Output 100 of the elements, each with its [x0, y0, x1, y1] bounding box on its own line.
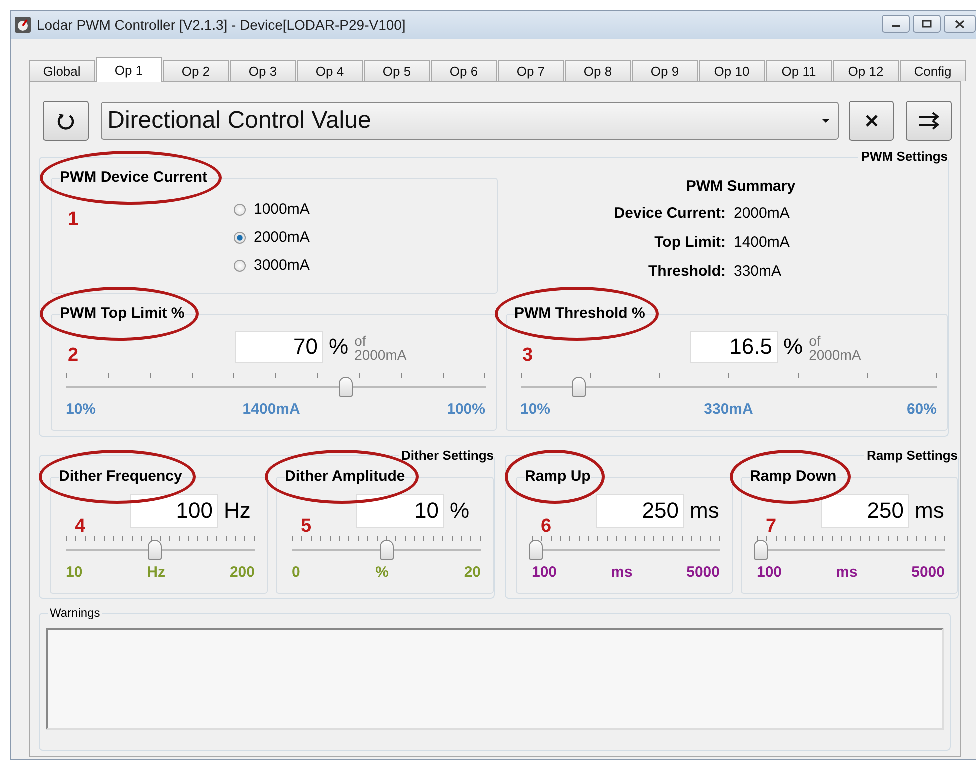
tab[interactable]: Op 7 [498, 60, 564, 81]
value-field[interactable]: 70 [235, 331, 323, 363]
tab[interactable]: Op 9 [632, 60, 698, 81]
group-title: Warnings [48, 606, 102, 620]
close-icon [864, 114, 879, 128]
group-title: Ramp Up [525, 468, 591, 485]
value-field[interactable]: 250 [596, 494, 684, 528]
slider-thumb[interactable] [528, 540, 543, 560]
tab[interactable]: Global [29, 60, 95, 81]
scale-label: 100 [757, 564, 782, 581]
dropdown-value: Directional Control Value [108, 107, 372, 135]
annotation-number: 6 [541, 516, 552, 538]
tab[interactable]: Op 4 [297, 60, 363, 81]
summary-value: 1400mA [734, 234, 790, 251]
profile-dropdown[interactable]: Directional Control Value [100, 102, 839, 140]
tab[interactable]: Op 2 [163, 60, 229, 81]
slider-thumb[interactable] [380, 540, 394, 560]
scale-label: 10 [66, 564, 83, 581]
summary-value: 2000mA [734, 205, 790, 222]
transfer-button[interactable] [906, 101, 952, 141]
group-title: Dither Settings [398, 448, 494, 463]
scale-label: 20 [464, 564, 481, 581]
radio-option[interactable]: 3000mA [234, 257, 310, 274]
scale-label: ms [610, 564, 633, 581]
unit-label: ms [915, 498, 944, 524]
maximize-button[interactable] [913, 15, 941, 33]
annotation-number: 7 [766, 516, 777, 538]
scale-label: 10% [520, 401, 551, 418]
scale-label: 200 [230, 564, 255, 581]
value-field[interactable]: 250 [821, 494, 909, 528]
scale-label: Hz [147, 564, 166, 581]
delete-button[interactable] [848, 101, 894, 141]
of-value: 2000mA [354, 348, 407, 362]
annotation-number: 4 [75, 516, 86, 538]
scale-label: % [376, 564, 389, 581]
annotation-number: 3 [522, 345, 534, 367]
radio-label: 3000mA [254, 257, 310, 274]
unit-label: ms [690, 498, 720, 524]
slider-thumb[interactable] [754, 540, 768, 560]
radio-button[interactable] [234, 260, 246, 272]
group-title: Dither Frequency [59, 468, 182, 485]
refresh-icon [56, 111, 76, 131]
of-value: 2000mA [809, 348, 862, 362]
scale-label: 100% [447, 401, 486, 418]
radio-button[interactable] [234, 204, 246, 216]
tab[interactable]: Op 5 [364, 60, 430, 81]
slider-thumb[interactable] [338, 377, 353, 397]
window-title: Lodar PWM Controller [V2.1.3] - Device[LODAR-P29-V100] [37, 17, 406, 33]
annotation-number: 1 [68, 209, 79, 231]
summary-label: Device Current: [613, 205, 726, 222]
tab[interactable]: Op 3 [230, 60, 296, 81]
summary-value: 330mA [734, 263, 782, 280]
scale-label: 0 [292, 564, 300, 581]
close-icon [955, 20, 965, 28]
close-button[interactable] [944, 15, 976, 33]
tab[interactable]: Op 12 [833, 60, 899, 81]
radio-label: 2000mA [254, 229, 310, 246]
refresh-button[interactable] [43, 101, 89, 141]
tab[interactable]: Op 1 [96, 57, 162, 82]
unit-label: Hz [224, 498, 251, 524]
scale-label: 100 [532, 564, 558, 581]
scale-label: 5000 [912, 564, 945, 581]
scale-label: 330mA [704, 401, 754, 418]
tab[interactable]: Config [900, 60, 966, 81]
tab[interactable]: Op 8 [565, 60, 631, 81]
value-field[interactable]: 100 [130, 494, 218, 528]
scale-label: ms [836, 564, 858, 581]
scale-label: 10% [66, 401, 96, 418]
tab[interactable]: Op 6 [431, 60, 497, 81]
scale-label: 1400mA [242, 401, 300, 418]
minimize-button[interactable] [882, 15, 910, 33]
of-label: of [809, 334, 822, 348]
tab[interactable]: Op 10 [699, 60, 765, 81]
app-icon [15, 17, 31, 33]
annotation-number: 5 [301, 516, 312, 538]
radio-option[interactable]: 1000mA [234, 201, 310, 218]
scale-label: 60% [906, 401, 937, 418]
group-title: PWM Top Limit % [60, 305, 185, 322]
unit-label: % [329, 334, 349, 360]
summary-label: Threshold: [648, 263, 726, 280]
radio-label: 1000mA [254, 201, 310, 218]
slider-thumb[interactable] [148, 540, 162, 560]
group-title: Dither Amplitude [285, 468, 406, 485]
summary-label: Top Limit: [654, 234, 726, 251]
tab[interactable]: Op 11 [766, 60, 832, 81]
summary-title: PWM Summary [685, 178, 796, 195]
double-arrow-icon [918, 112, 940, 130]
value-field[interactable]: 16.5 [690, 331, 778, 363]
maximize-icon [922, 20, 932, 28]
value-field[interactable]: 10 [356, 494, 444, 528]
annotation-number: 2 [68, 345, 79, 367]
radio-option[interactable]: 2000mA [234, 229, 310, 246]
radio-button[interactable] [234, 232, 246, 244]
dropdown-arrow-icon [822, 118, 830, 124]
slider-thumb[interactable] [572, 377, 586, 397]
group-title: Ramp Down [750, 468, 837, 485]
scale-label: 5000 [686, 564, 720, 581]
of-label: of [354, 334, 368, 348]
group-title: Ramp Settings [864, 448, 958, 463]
unit-label: % [450, 498, 470, 524]
